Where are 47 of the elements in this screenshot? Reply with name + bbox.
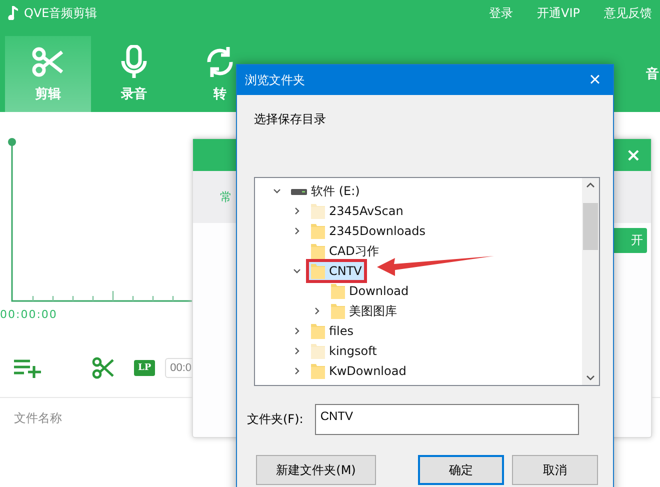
chevron-down-icon[interactable]: [293, 267, 301, 275]
chevron-down-icon[interactable]: [273, 187, 281, 195]
chevron-right-icon[interactable]: [293, 227, 301, 235]
folder-icon: [311, 203, 325, 219]
scrollbar[interactable]: [582, 178, 599, 385]
scroll-down-icon[interactable]: [586, 375, 595, 381]
folder-input[interactable]: CNTV: [315, 404, 580, 435]
folder-icon: [311, 363, 325, 379]
chevron-right-icon[interactable]: [293, 327, 301, 335]
tree-item[interactable]: Download: [328, 281, 412, 301]
chevron-right-icon[interactable]: [313, 307, 321, 315]
lp-badge[interactable]: LP: [134, 360, 156, 376]
scissors-icon[interactable]: [92, 357, 114, 379]
tree-item[interactable]: 2345AvScan: [308, 201, 406, 221]
tree-item[interactable]: KwDownload: [308, 361, 410, 381]
dialog-title: 浏览文件夹: [245, 72, 306, 88]
playlist-add-icon[interactable]: [14, 358, 42, 378]
dialog-button[interactable]: 新建文件夹(M): [256, 455, 376, 485]
dialog-prompt: 选择保存目录: [253, 111, 327, 128]
tree-item[interactable]: CAD习作: [308, 241, 382, 261]
folder-icon: [311, 323, 325, 339]
tree-item[interactable]: CNTV: [308, 261, 365, 281]
chevron-right-icon[interactable]: [293, 367, 301, 375]
folder-icon: [311, 243, 325, 259]
tree-item[interactable]: 软件 (E:): [288, 181, 363, 201]
tree-item[interactable]: 2345Downloads: [308, 221, 428, 241]
tree-item[interactable]: 美图图库: [328, 301, 400, 321]
close-button[interactable]: ×: [577, 65, 613, 95]
folder-icon: [311, 343, 325, 359]
time-label: 00:00:00: [0, 308, 58, 321]
dialog-button[interactable]: 确定: [418, 455, 504, 485]
chevron-right-icon[interactable]: [293, 347, 301, 355]
folder-icon: [331, 283, 345, 299]
dialog-button[interactable]: 取消: [512, 455, 598, 485]
drive-icon: [291, 187, 307, 195]
folder-icon: [311, 223, 325, 239]
scrollbar-thumb[interactable]: [583, 203, 598, 250]
tree-item[interactable]: files: [308, 321, 357, 341]
app-title: QVE音频剪辑: [24, 4, 98, 22]
tree-item[interactable]: kingsoft: [308, 341, 380, 361]
folder-icon: [331, 303, 345, 319]
folder-icon: [311, 263, 325, 279]
scroll-up-icon[interactable]: [586, 182, 595, 188]
scissors-icon: [31, 45, 65, 79]
chevron-right-icon[interactable]: [293, 207, 301, 215]
folder-label: 文件夹(F):: [247, 411, 304, 428]
music-note-icon: [8, 6, 18, 20]
